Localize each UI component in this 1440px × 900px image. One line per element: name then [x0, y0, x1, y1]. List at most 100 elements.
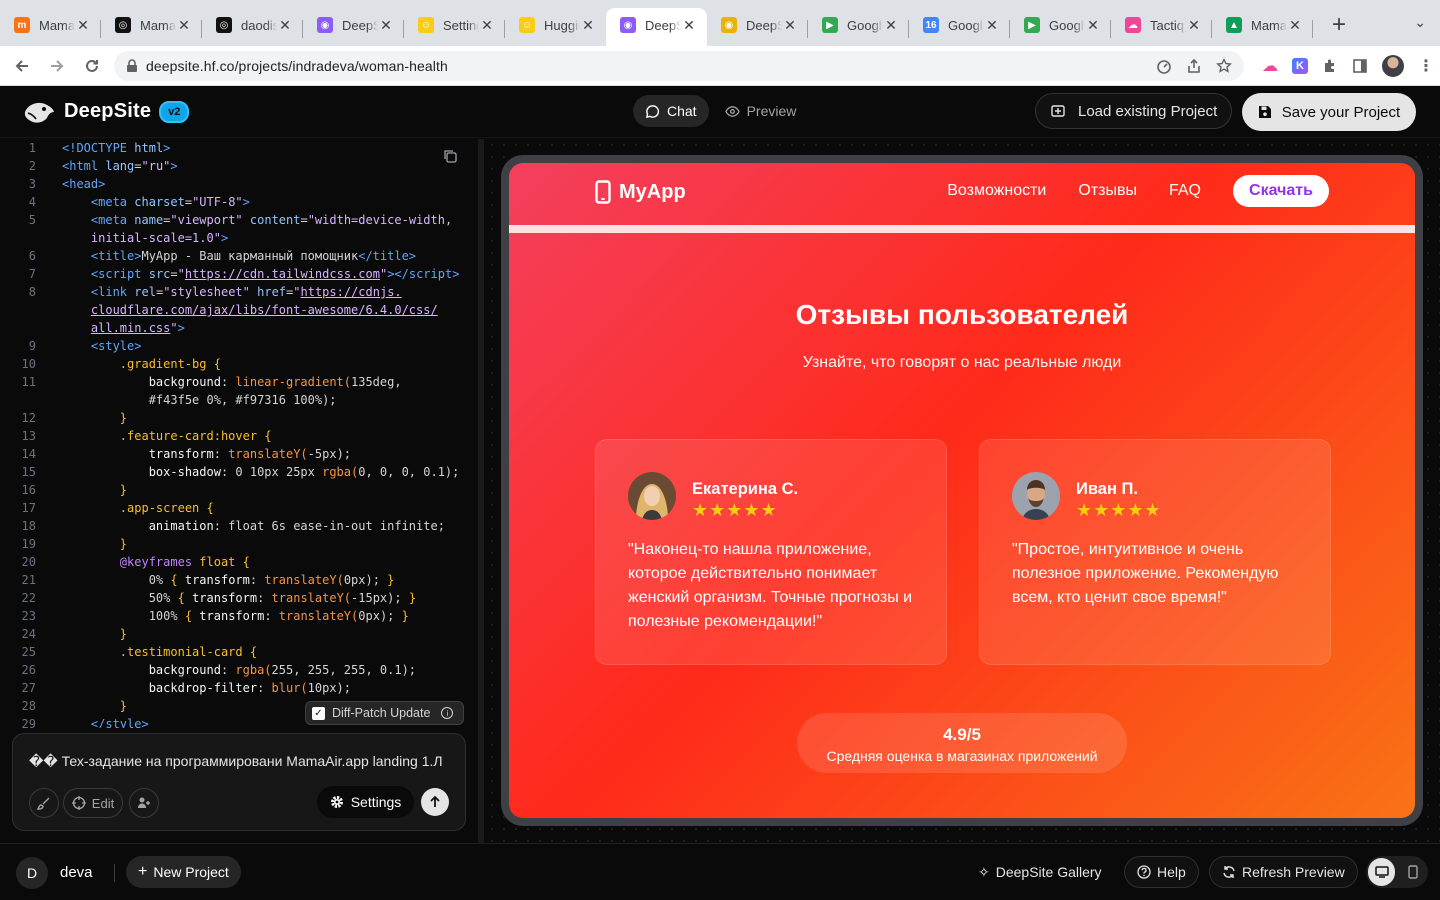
load-project-button[interactable]: Load existing Project: [1035, 93, 1233, 129]
tab-close-icon[interactable]: ✕: [75, 17, 91, 34]
line-number: 6: [28, 249, 36, 263]
plus-icon: +: [138, 863, 148, 880]
reload-button[interactable]: [76, 50, 108, 82]
tab-close-icon[interactable]: ✕: [1085, 17, 1101, 34]
tab-search-chevron-icon[interactable]: ⌄: [1414, 14, 1426, 31]
brand[interactable]: DeepSite v2: [22, 98, 190, 126]
browser-tab[interactable]: ☺ Settings✕: [404, 8, 505, 46]
star-rating-icon: ★★★★★: [692, 500, 778, 520]
browser-tab[interactable]: ▶ Google✕: [808, 8, 909, 46]
extensions-puzzle-icon[interactable]: [1322, 58, 1338, 74]
settings-button[interactable]: Settings: [317, 786, 414, 818]
tab-close-icon[interactable]: ✕: [277, 17, 293, 34]
line-number: [0, 319, 36, 337]
diff-patch-toggle[interactable]: ✓ Diff-Patch Update i: [305, 701, 464, 725]
browser-tab[interactable]: ◎ MamaAir✕: [101, 8, 202, 46]
forward-arrow-icon: [51, 59, 64, 72]
diff-patch-checkbox[interactable]: ✓: [312, 706, 325, 720]
tab-close-icon[interactable]: ✕: [1287, 17, 1303, 34]
line-number: 29: [21, 717, 36, 728]
help-button[interactable]: Help: [1124, 856, 1199, 888]
gallery-button[interactable]: ✧ DeepSite Gallery: [966, 856, 1114, 888]
diff-patch-label: Diff-Patch Update: [332, 706, 431, 720]
paintbrush-icon: [37, 797, 50, 810]
avatar: [1012, 472, 1060, 520]
tab-title: Google: [1049, 17, 1085, 33]
user-avatar[interactable]: D: [16, 857, 48, 889]
editor-scrollbar[interactable]: [478, 139, 484, 843]
redesign-button[interactable]: [29, 788, 59, 818]
tab-close-icon[interactable]: ✕: [176, 17, 192, 34]
add-user-button[interactable]: [129, 788, 159, 818]
browser-tab[interactable]: ◉ DeepSite✕: [606, 8, 707, 46]
info-icon[interactable]: i: [441, 707, 454, 719]
code-editor[interactable]: 1 <!DOCTYPE html> 2 <html lang="ru"> 3 <hea…: [0, 139, 478, 728]
new-project-button[interactable]: + New Project: [126, 856, 241, 888]
address-bar[interactable]: deepsite.hf.co/projects/indradeva/woman-…: [114, 50, 1244, 81]
prompt-input[interactable]: �� Тех-задание на программировани MamaAi…: [29, 753, 451, 770]
gear-icon: [330, 796, 343, 808]
chat-bubble-icon: [645, 104, 660, 118]
tab-title: Google: [847, 17, 883, 33]
preview-tab[interactable]: Preview: [713, 95, 809, 127]
performance-icon: [1157, 59, 1171, 74]
copy-code-icon[interactable]: [442, 148, 458, 169]
site-preview[interactable]: MyApp Возможности Отзывы FAQ Скачать Отз…: [509, 163, 1415, 818]
browser-tab[interactable]: ☁ Tactiq ✕: [1111, 8, 1212, 46]
browser-tab[interactable]: m MamaAir✕: [0, 8, 101, 46]
side-panel-icon[interactable]: [1352, 58, 1368, 74]
url-text[interactable]: deepsite.hf.co/projects/indradeva/woman-…: [146, 58, 1156, 74]
edit-button[interactable]: Edit: [63, 788, 123, 818]
app-header: DeepSite v2 Chat Preview Load existing P…: [0, 86, 1440, 138]
send-button[interactable]: [421, 788, 449, 816]
mobile-view-button[interactable]: [1399, 858, 1426, 886]
navbar-divider: [509, 225, 1415, 233]
browser-tab[interactable]: ☺ Hugging✕: [505, 8, 606, 46]
tab-close-icon[interactable]: ✕: [782, 17, 798, 34]
back-button[interactable]: [6, 50, 38, 82]
browser-tab[interactable]: ◉ DeepSite✕: [707, 8, 808, 46]
download-button[interactable]: Скачать: [1233, 175, 1329, 207]
line-number: 20: [21, 555, 36, 569]
new-tab-button[interactable]: +: [1321, 8, 1357, 46]
tab-title: DeepSite: [645, 17, 681, 33]
line-number: 22: [21, 591, 36, 605]
nav-link-features[interactable]: Возможности: [947, 182, 1046, 200]
line-number: 13: [21, 429, 36, 443]
browser-tab[interactable]: ◎ daodis ✕: [202, 8, 303, 46]
tactiq-extension-icon[interactable]: ☁: [1262, 56, 1278, 76]
favicon-icon: m: [14, 17, 30, 33]
profile-avatar[interactable]: [1382, 54, 1404, 77]
tab-close-icon[interactable]: ✕: [1186, 17, 1202, 34]
browser-menu-icon[interactable]: ⋮: [1418, 56, 1434, 76]
tab-close-icon[interactable]: ✕: [984, 17, 1000, 34]
browser-tab[interactable]: ▲ MamaAir✕: [1212, 8, 1313, 46]
save-project-button[interactable]: Save your Project: [1242, 93, 1416, 131]
browser-tab[interactable]: ◉ DeepSite✕: [303, 8, 404, 46]
site-logo[interactable]: MyApp: [595, 180, 686, 204]
code-text: 100% { transform: translateY(0px); }: [62, 609, 409, 623]
chat-tab[interactable]: Chat: [633, 95, 709, 127]
refresh-preview-button[interactable]: Refresh Preview: [1209, 856, 1358, 888]
code-text: initial-scale=1.0">: [90, 231, 229, 245]
browser-tab[interactable]: 16 Google✕: [909, 8, 1010, 46]
line-number: [0, 229, 36, 247]
tab-title: Google: [948, 17, 984, 33]
nav-link-faq[interactable]: FAQ: [1169, 182, 1201, 200]
browser-tab[interactable]: ▶ Google✕: [1010, 8, 1111, 46]
tab-close-icon[interactable]: ✕: [378, 17, 394, 34]
tab-close-icon[interactable]: ✕: [883, 17, 899, 34]
desktop-view-button[interactable]: [1368, 858, 1395, 886]
k-extension-icon[interactable]: K: [1292, 57, 1308, 74]
nav-link-reviews[interactable]: Отзывы: [1078, 182, 1137, 200]
line-number: 3: [28, 177, 36, 191]
tab-close-icon[interactable]: ✕: [580, 17, 596, 34]
tab-close-icon[interactable]: ✕: [681, 17, 697, 34]
tab-close-icon[interactable]: ✕: [479, 17, 495, 34]
section-subtitle: Узнайте, что говорят о нас реальные люди: [802, 354, 1122, 371]
user-name[interactable]: deva: [60, 864, 93, 881]
forward-button[interactable]: [41, 50, 73, 82]
line-number: 8: [28, 285, 36, 299]
edit-button-label: Edit: [91, 795, 115, 811]
testimonial-quote: "Простое, интуитивное и очень полезное п…: [1012, 541, 1279, 606]
